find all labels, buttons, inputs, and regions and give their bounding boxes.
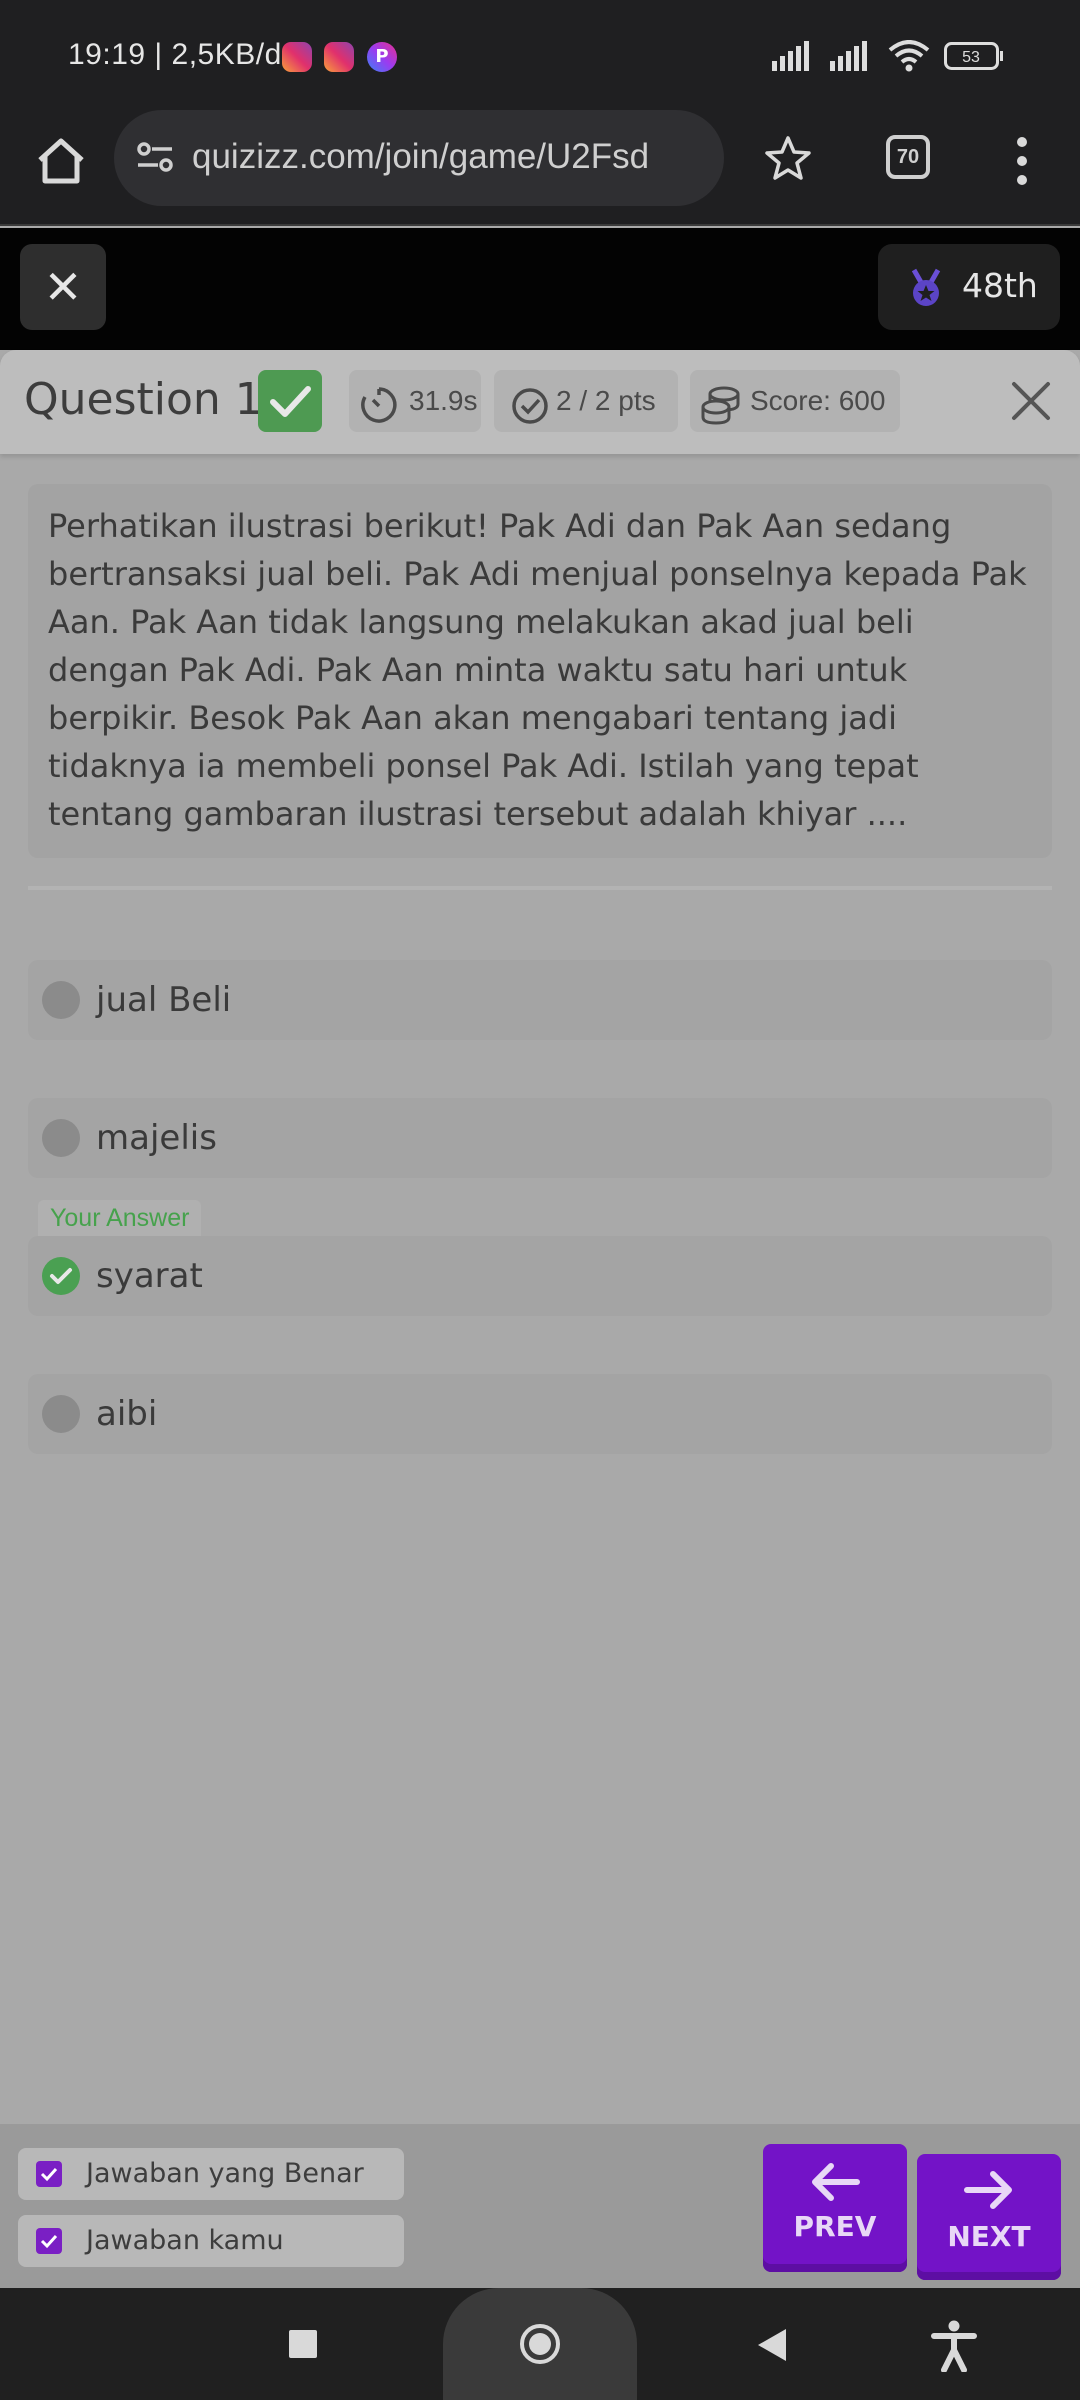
status-bar: 19:19 | 2,5KB/d P 53 <box>0 0 1080 110</box>
home-pill[interactable] <box>443 2288 637 2400</box>
next-button[interactable]: NEXT <box>917 2154 1061 2280</box>
svg-text:53: 53 <box>962 49 980 66</box>
medal-icon <box>911 268 941 306</box>
tab-switcher-button[interactable]: 70 <box>886 135 930 179</box>
answer-option: majelis <box>28 1098 1052 1178</box>
legend-label: Jawaban kamu <box>86 2225 284 2256</box>
score-chip: Score: 600 <box>690 370 900 432</box>
score-value: Score: 600 <box>750 385 886 416</box>
rank-text: 48th <box>962 266 1038 305</box>
site-settings-icon[interactable] <box>134 136 176 178</box>
address-bar[interactable]: quizizz.com/join/game/U2Fsd <box>114 110 724 206</box>
signal-icon <box>830 41 867 71</box>
legend-label: Jawaban yang Benar <box>86 2158 364 2189</box>
question-text: Perhatikan ilustrasi berikut! Pak Adi da… <box>48 507 1027 833</box>
checkmark-icon <box>270 386 311 417</box>
game-header: ✕ 48th <box>0 228 1080 350</box>
question-review-sheet: Question 1 31.9s 2 / 2 pts Score: 600 Pe… <box>0 350 1080 2124</box>
accessibility-icon[interactable] <box>930 2320 978 2372</box>
battery-icon: 53 <box>944 42 1003 70</box>
exit-game-button[interactable]: ✕ <box>20 244 106 330</box>
question-header: Question 1 31.9s 2 / 2 pts Score: 600 <box>0 350 1080 454</box>
signal-icon <box>772 41 809 71</box>
back-icon[interactable] <box>756 2328 788 2362</box>
checkbox-checked-icon[interactable] <box>36 2228 62 2254</box>
option-indicator <box>42 981 80 1019</box>
instagram-notification-icon <box>324 42 354 72</box>
rank-badge: 48th <box>878 244 1060 330</box>
checkbox-checked-icon[interactable] <box>36 2161 62 2187</box>
status-time: 19:19 | 2,5KB/d <box>68 38 282 71</box>
picsart-notification-icon: P <box>367 42 397 72</box>
time-chip: 31.9s <box>349 370 481 432</box>
option-label: majelis <box>96 1118 217 1158</box>
bookmark-star-icon[interactable] <box>763 134 813 184</box>
answer-option: aibi <box>28 1374 1052 1454</box>
review-footer: Jawaban yang Benar Jawaban kamu PREV NEX… <box>0 2124 1080 2288</box>
your-answer-tag: Your Answer <box>38 1200 202 1236</box>
option-label: aibi <box>96 1394 158 1434</box>
url-text[interactable]: quizizz.com/join/game/U2Fsd <box>192 137 649 177</box>
more-menu-icon[interactable] <box>1010 134 1034 188</box>
prev-button[interactable]: PREV <box>763 2144 907 2272</box>
option-label: jual Beli <box>96 980 232 1020</box>
recent-apps-icon[interactable] <box>288 2329 318 2359</box>
question-card: Perhatikan ilustrasi berikut! Pak Adi da… <box>28 484 1052 858</box>
check-circle-icon <box>512 388 548 424</box>
instagram-notification-icon <box>282 42 312 72</box>
legend-correct-answer[interactable]: Jawaban yang Benar <box>18 2148 404 2200</box>
legend-your-answer[interactable]: Jawaban kamu <box>18 2215 404 2267</box>
browser-toolbar: quizizz.com/join/game/U2Fsd 70 <box>0 110 1080 226</box>
time-value: 31.9s <box>409 385 478 416</box>
divider <box>28 886 1052 890</box>
points-value: 2 / 2 pts <box>556 385 656 416</box>
arrow-right-icon <box>964 2171 1012 2209</box>
close-icon[interactable] <box>1008 378 1054 424</box>
option-label: syarat <box>96 1256 203 1296</box>
arrow-left-icon <box>812 2163 860 2201</box>
timer-icon <box>361 387 397 423</box>
home-circle-icon[interactable] <box>519 2323 561 2365</box>
next-label: NEXT <box>947 2220 1031 2253</box>
answer-option-selected: syarat <box>28 1236 1052 1316</box>
question-title: Question 1 <box>24 374 263 425</box>
answer-option: jual Beli <box>28 960 1052 1040</box>
home-icon[interactable] <box>34 134 88 188</box>
prev-label: PREV <box>793 2210 877 2243</box>
correct-check-icon <box>42 1257 80 1295</box>
coins-icon <box>701 386 740 425</box>
option-indicator <box>42 1395 80 1433</box>
correct-badge <box>258 370 322 432</box>
wifi-icon <box>888 40 930 72</box>
status-icons: 53 <box>772 40 1004 72</box>
points-chip: 2 / 2 pts <box>494 370 678 432</box>
system-navigation-bar <box>0 2288 1080 2400</box>
option-indicator <box>42 1119 80 1157</box>
